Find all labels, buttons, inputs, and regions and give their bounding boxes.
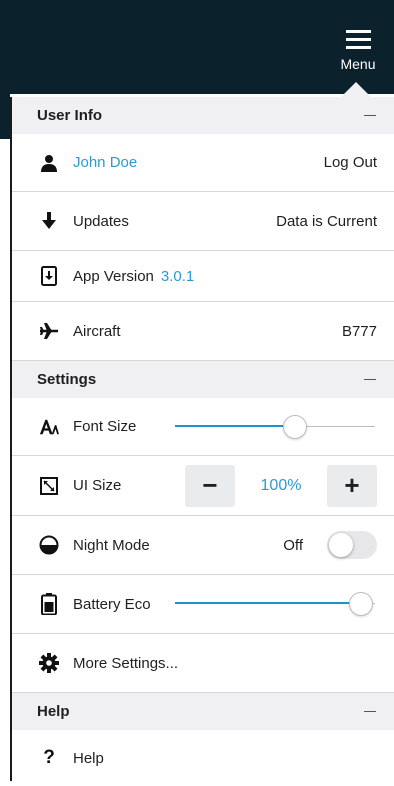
resize-icon bbox=[39, 476, 59, 496]
section-title: User Info bbox=[37, 107, 103, 124]
font-size-slider-fill bbox=[175, 424, 295, 427]
question-icon: ? bbox=[43, 747, 55, 768]
battery-eco-label: Battery Eco bbox=[73, 595, 151, 613]
section-header-settings[interactable]: Settings bbox=[12, 361, 394, 398]
gear-icon bbox=[39, 653, 59, 673]
menu-button[interactable]: Menu bbox=[336, 30, 380, 80]
aircraft-label: Aircraft bbox=[73, 322, 121, 340]
ui-size-label: UI Size bbox=[73, 477, 122, 494]
collapse-icon[interactable] bbox=[364, 711, 376, 712]
half-circle-icon bbox=[39, 535, 59, 555]
user-icon bbox=[39, 153, 59, 173]
font-size-slider-thumb[interactable] bbox=[283, 414, 307, 439]
night-mode-state: Off bbox=[283, 536, 303, 554]
aircraft-row[interactable]: Aircraft B777 bbox=[12, 302, 394, 361]
app-version-value: 3.0.1 bbox=[160, 267, 195, 285]
battery-eco-slider-fill bbox=[175, 602, 361, 604]
arrow-down-icon bbox=[39, 211, 59, 231]
font-size-slider[interactable] bbox=[175, 414, 375, 439]
font-size-icon bbox=[39, 417, 59, 437]
battery-eco-slider[interactable] bbox=[175, 592, 375, 616]
updates-status: Data is Current bbox=[276, 212, 377, 230]
menu-label: Menu bbox=[340, 56, 376, 72]
night-mode-toggle[interactable] bbox=[327, 531, 377, 559]
section-title: Settings bbox=[37, 371, 97, 388]
font-size-label: Font Size bbox=[73, 418, 137, 435]
user-row: John Doe Log Out bbox=[12, 134, 394, 192]
more-settings-label: More Settings... bbox=[73, 654, 179, 672]
menu-caret bbox=[341, 82, 371, 97]
app-version-label: App Version bbox=[73, 267, 154, 285]
log-out-link[interactable]: Log Out bbox=[324, 154, 377, 171]
font-size-row: Font Size bbox=[12, 398, 394, 456]
increase-button[interactable]: + bbox=[327, 464, 377, 507]
updates-row: Updates Data is Current bbox=[12, 192, 394, 251]
night-mode-label: Night Mode bbox=[73, 536, 150, 554]
help-label: Help bbox=[73, 749, 104, 767]
app-version-row: App Version 3.0.1 bbox=[12, 251, 394, 302]
airplane-icon bbox=[39, 321, 59, 341]
battery-eco-slider-thumb[interactable] bbox=[349, 592, 373, 616]
section-header-help[interactable]: Help bbox=[12, 693, 394, 730]
toggle-knob bbox=[329, 533, 353, 557]
ui-size-stepper: − 100% + bbox=[185, 464, 377, 507]
updates-label: Updates bbox=[73, 212, 129, 230]
battery-eco-row: Battery Eco bbox=[12, 575, 394, 634]
section-header-user-info[interactable]: User Info bbox=[12, 97, 394, 134]
section-title: Help bbox=[37, 703, 70, 720]
night-mode-row: Night Mode Off bbox=[12, 516, 394, 575]
ui-size-value: 100% bbox=[260, 476, 302, 494]
more-settings-row[interactable]: More Settings... bbox=[12, 634, 394, 693]
user-name-link[interactable]: John Doe bbox=[73, 154, 137, 171]
top-bar bbox=[0, 0, 394, 94]
aircraft-value[interactable]: B777 bbox=[342, 323, 377, 340]
decrease-button[interactable]: − bbox=[185, 464, 235, 507]
collapse-icon[interactable] bbox=[364, 379, 376, 380]
hamburger-icon bbox=[345, 30, 371, 50]
app-download-icon bbox=[39, 266, 59, 286]
collapse-icon[interactable] bbox=[364, 115, 376, 116]
battery-icon bbox=[39, 593, 59, 615]
menu-panel: User Info John Doe Log Out Updates Data … bbox=[10, 97, 394, 781]
help-row[interactable]: ? Help bbox=[12, 730, 394, 786]
ui-size-row: UI Size − 100% + bbox=[12, 456, 394, 516]
top-bar-edge bbox=[0, 94, 10, 139]
